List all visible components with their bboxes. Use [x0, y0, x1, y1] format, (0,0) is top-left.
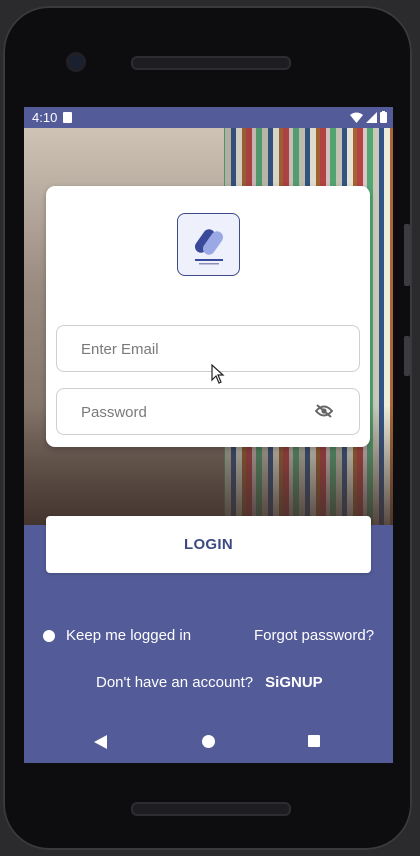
bottom-speaker	[131, 802, 291, 816]
wifi-icon	[350, 112, 363, 123]
top-speaker	[131, 56, 291, 70]
login-card	[46, 186, 370, 447]
signal-icon	[366, 111, 377, 123]
forgot-password-link[interactable]: Forgot password?	[254, 627, 374, 644]
android-nav-bar	[24, 721, 393, 763]
phone-frame: 4:10 Enter Email LOGIN Keep me logged in…	[3, 6, 412, 850]
signup-link[interactable]: SiGNUP	[265, 674, 323, 691]
email-field[interactable]	[56, 325, 360, 373]
keep-logged-in-option[interactable]: Keep me logged in	[43, 627, 191, 644]
password-input[interactable]	[79, 389, 323, 436]
status-time: 4:10	[32, 110, 58, 125]
status-icons	[350, 111, 387, 123]
keep-logged-in-label[interactable]: Keep me logged in	[66, 627, 191, 644]
email-input[interactable]	[79, 326, 323, 373]
power-button	[404, 336, 410, 376]
keep-logged-in-radio[interactable]	[43, 629, 55, 642]
app-screen: 4:10 Enter Email LOGIN Keep me logged in…	[24, 107, 393, 763]
app-logo-icon	[194, 228, 223, 264]
battery-icon	[380, 111, 387, 123]
app-logo	[177, 213, 240, 276]
home-icon[interactable]	[202, 735, 215, 748]
signup-row: Don't have an account? SiGNUP	[96, 674, 323, 691]
status-bar: 4:10	[24, 107, 393, 128]
no-account-text: Don't have an account?	[96, 674, 254, 691]
volume-button	[404, 224, 410, 286]
login-button[interactable]: LOGIN	[46, 516, 371, 573]
sim-card-icon	[63, 112, 73, 123]
camera-lens	[69, 55, 83, 69]
mouse-cursor-icon	[211, 364, 225, 384]
back-icon[interactable]	[94, 735, 107, 749]
recent-apps-icon[interactable]	[308, 735, 320, 747]
password-field[interactable]	[56, 388, 360, 436]
eye-off-icon[interactable]	[315, 404, 333, 418]
